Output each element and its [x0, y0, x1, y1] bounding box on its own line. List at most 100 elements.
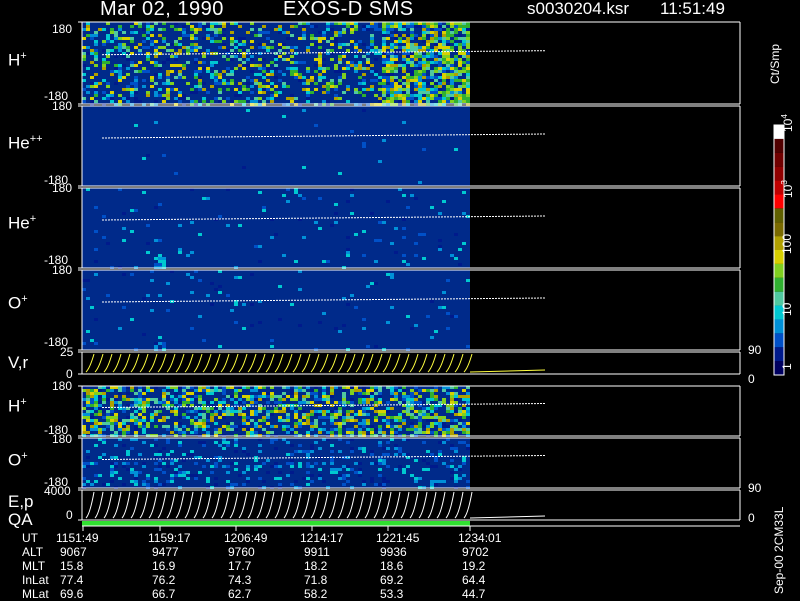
heatmap-cell — [310, 43, 314, 46]
heatmap-cell — [274, 425, 278, 428]
heatmap-cell — [154, 468, 158, 471]
heatmap-cell — [322, 70, 326, 73]
heatmap-cell — [234, 389, 238, 392]
heatmap-cell — [254, 398, 258, 401]
heatmap-cell — [230, 398, 234, 401]
heatmap-cell — [326, 260, 330, 263]
heatmap-cell — [330, 471, 334, 474]
heatmap-cell — [382, 64, 386, 67]
heatmap-cell — [154, 46, 158, 49]
heatmap-cell — [166, 79, 170, 82]
heatmap-cell — [134, 477, 138, 480]
heatmap-cell — [322, 395, 326, 398]
heatmap-cell — [354, 28, 358, 31]
heatmap-cell — [194, 422, 198, 425]
heatmap-cell — [394, 395, 398, 398]
heatmap-cell — [462, 52, 466, 55]
heatmap-cell — [222, 413, 226, 416]
heatmap-cell — [270, 441, 274, 444]
heatmap-cell — [390, 82, 394, 85]
heatmap-cell — [302, 410, 306, 413]
heatmap-cell — [446, 425, 450, 428]
footer-cell: 9911 — [304, 545, 330, 559]
heatmap-cell — [442, 70, 446, 73]
heatmap-cell — [258, 97, 262, 100]
heatmap-cell — [450, 425, 454, 428]
heatmap-cell — [362, 55, 366, 58]
heatmap-cell — [422, 64, 426, 67]
heatmap-cell — [146, 58, 150, 61]
heatmap-cell — [146, 70, 150, 73]
heatmap-cell — [334, 468, 338, 471]
heatmap-cell — [254, 73, 258, 76]
heatmap-cell — [290, 459, 294, 462]
heatmap-cell — [186, 82, 190, 85]
heatmap-cell — [394, 85, 398, 88]
heatmap-cell — [262, 404, 266, 407]
heatmap-cell — [322, 398, 326, 401]
heatmap-cell — [306, 453, 310, 456]
heatmap-cell — [334, 203, 338, 206]
heatmap-cell — [410, 58, 414, 61]
heatmap-cell — [386, 97, 390, 100]
heatmap-cell — [162, 416, 166, 419]
heatmap-cell — [138, 49, 142, 52]
heatmap-cell — [434, 407, 438, 410]
heatmap-cell — [298, 61, 302, 64]
heatmap-cell — [374, 416, 378, 419]
heatmap-cell — [218, 46, 222, 49]
heatmap-cell — [178, 64, 182, 67]
heatmap-cell — [462, 40, 466, 43]
heatmap-cell — [186, 398, 190, 401]
heatmap-cell — [402, 100, 406, 103]
heatmap-cell — [174, 410, 178, 413]
colorbar-unit: Ct/Smp — [768, 43, 782, 84]
heatmap-cell — [146, 91, 150, 94]
heatmap-cell — [394, 398, 398, 401]
heatmap-cell — [82, 279, 86, 282]
heatmap-cell — [162, 154, 166, 157]
heatmap-cell — [114, 46, 118, 49]
heatmap-cell — [98, 404, 102, 407]
heatmap-cell — [410, 398, 414, 401]
heatmap-cell — [346, 43, 350, 46]
heatmap-cell — [214, 40, 218, 43]
heatmap-cell — [130, 91, 134, 94]
heatmap-cell — [450, 410, 454, 413]
heatmap-cell — [330, 28, 334, 31]
heatmap-cell — [154, 100, 158, 103]
heatmap-cell — [454, 428, 458, 431]
heatmap-cell — [466, 279, 470, 282]
heatmap-cell — [130, 398, 134, 401]
heatmap-cell — [86, 85, 90, 88]
heatmap-cell — [442, 37, 446, 40]
heatmap-cell — [254, 79, 258, 82]
heatmap-cell — [174, 52, 178, 55]
heatmap-cell — [466, 73, 470, 76]
heatmap-cell — [286, 416, 290, 419]
heatmap-cell — [442, 428, 446, 431]
heatmap-cell — [418, 85, 422, 88]
heatmap-cell — [122, 398, 126, 401]
heatmap-cell — [398, 465, 402, 468]
heatmap-cell — [142, 483, 146, 486]
heatmap-cell — [366, 64, 370, 67]
heatmap-cell — [350, 428, 354, 431]
heatmap-cell — [262, 206, 266, 209]
heatmap-cell — [230, 43, 234, 46]
heatmap-cell — [186, 453, 190, 456]
heatmap-cell — [406, 37, 410, 40]
heatmap-cell — [442, 67, 446, 70]
heatmap-cell — [178, 28, 182, 31]
heatmap-cell — [162, 100, 166, 103]
heatmap-cell — [246, 428, 250, 431]
heatmap-cell — [338, 431, 342, 434]
heatmap-cell — [98, 389, 102, 392]
heatmap-cell — [370, 450, 374, 453]
heatmap-cell — [450, 398, 454, 401]
heatmap-cell — [110, 389, 114, 392]
heatmap-cell — [450, 82, 454, 85]
heatmap-cell — [342, 389, 346, 392]
heatmap-cell — [426, 25, 430, 28]
heatmap-cell — [178, 224, 182, 227]
